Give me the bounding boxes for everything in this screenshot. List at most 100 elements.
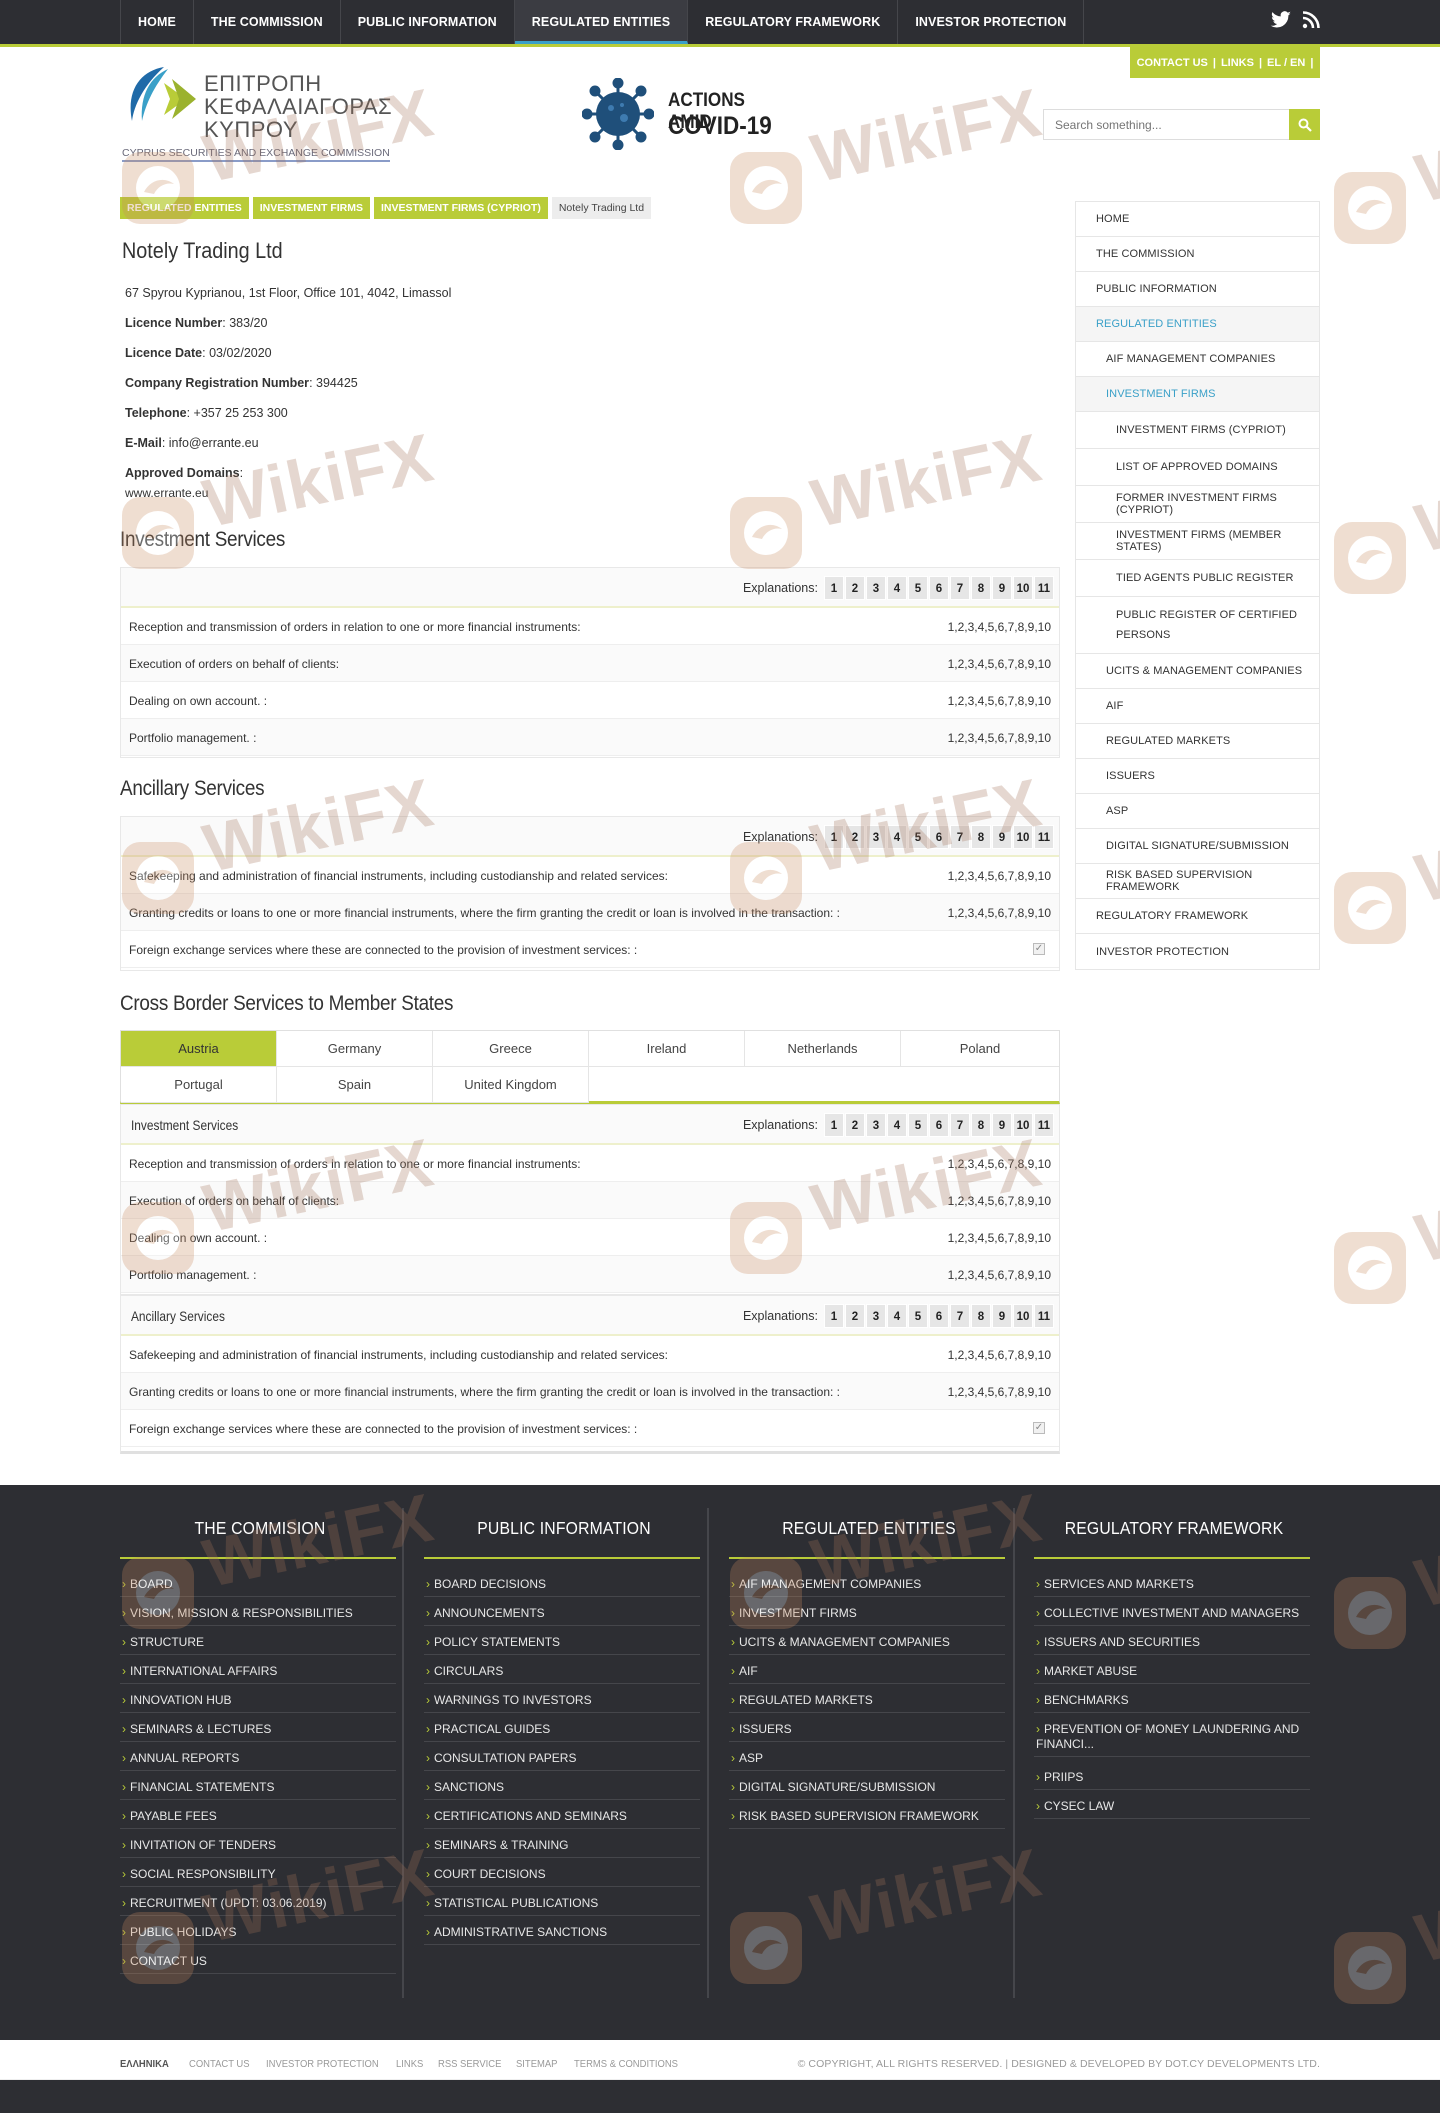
nav-regulated-entities[interactable]: REGULATED ENTITIES — [514, 0, 689, 44]
bottom-link-greek[interactable]: ΕΛΛΗΝΙΚΑ — [120, 2058, 169, 2070]
nav-public-information[interactable]: PUBLIC INFORMATION — [341, 0, 515, 44]
explanation-number-button[interactable]: 8 — [971, 825, 991, 849]
footer-link[interactable]: ADMINISTRATIVE SANCTIONS — [424, 1917, 700, 1945]
sidebar-item-investment-firms[interactable]: INVESTMENT FIRMS — [1076, 377, 1319, 412]
footer-link[interactable]: WARNINGS TO INVESTORS — [424, 1685, 700, 1713]
footer-link[interactable]: BOARD DECISIONS — [424, 1569, 700, 1597]
approved-domain[interactable]: www.errante.eu — [125, 486, 208, 500]
footer-link[interactable]: ANNOUNCEMENTS — [424, 1598, 700, 1626]
footer-link[interactable]: FINANCIAL STATEMENTS — [120, 1772, 396, 1800]
explanation-number-button[interactable]: 6 — [929, 1113, 949, 1137]
explanation-number-button[interactable]: 9 — [992, 825, 1012, 849]
breadcrumb-investment-firms[interactable]: INVESTMENT FIRMS — [252, 197, 370, 219]
explanation-number-button[interactable]: 3 — [866, 825, 886, 849]
nav-the-commission[interactable]: THE COMMISSION — [194, 0, 341, 44]
footer-link[interactable]: RISK BASED SUPERVISION FRAMEWORK — [729, 1801, 1005, 1829]
sidebar-item-tied-agents[interactable]: TIED AGENTS PUBLIC REGISTER — [1076, 560, 1319, 597]
nav-investor-protection[interactable]: INVESTOR PROTECTION — [898, 0, 1085, 44]
footer-link[interactable]: BOARD — [120, 1569, 396, 1597]
links-link[interactable]: LINKS — [1221, 57, 1254, 69]
sidebar-item-investor-protection[interactable]: INVESTOR PROTECTION — [1076, 934, 1319, 969]
footer-link[interactable]: DIGITAL SIGNATURE/SUBMISSION — [729, 1772, 1005, 1800]
explanation-number-button[interactable]: 7 — [950, 1304, 970, 1328]
footer-link[interactable]: INNOVATION HUB — [120, 1685, 396, 1713]
language-switch[interactable]: EL / EN — [1267, 57, 1305, 69]
rss-icon[interactable] — [1302, 10, 1320, 34]
sidebar-item-approved-domains[interactable]: LIST OF APPROVED DOMAINS — [1076, 449, 1319, 486]
footer-link[interactable]: PRACTICAL GUIDES — [424, 1714, 700, 1742]
explanation-number-button[interactable]: 1 — [824, 576, 844, 600]
explanation-number-button[interactable]: 11 — [1034, 1304, 1054, 1328]
sidebar-item-issuers[interactable]: ISSUERS — [1076, 759, 1319, 794]
footer-link[interactable]: SERVICES AND MARKETS — [1034, 1569, 1310, 1597]
sidebar-item-the-commission[interactable]: THE COMMISSION — [1076, 237, 1319, 272]
footer-link[interactable]: PREVENTION OF MONEY LAUNDERING AND FINAN… — [1034, 1714, 1310, 1757]
explanation-number-button[interactable]: 11 — [1034, 576, 1054, 600]
explanation-number-button[interactable]: 9 — [992, 1304, 1012, 1328]
footer-link[interactable]: CONTACT US — [120, 1946, 396, 1974]
sidebar-item-public-information[interactable]: PUBLIC INFORMATION — [1076, 272, 1319, 307]
footer-link[interactable]: AIF — [729, 1656, 1005, 1684]
cysec-logo[interactable]: ΕΠΙΤΡΟΠΗ ΚΕΦΑΛΑΙΑΓΟΡΑΣ ΚΥΠΡΟΥ CYPRUS SEC… — [120, 63, 410, 163]
explanation-number-button[interactable]: 3 — [866, 1304, 886, 1328]
sidebar-item-asp[interactable]: ASP — [1076, 794, 1319, 829]
sidebar-item-aif[interactable]: AIF — [1076, 689, 1319, 724]
explanation-number-button[interactable]: 2 — [845, 576, 865, 600]
footer-link[interactable]: PAYABLE FEES — [120, 1801, 396, 1829]
search-input[interactable] — [1043, 109, 1289, 140]
footer-link[interactable]: POLICY STATEMENTS — [424, 1627, 700, 1655]
explanation-number-button[interactable]: 7 — [950, 825, 970, 849]
tab-spain[interactable]: Spain — [277, 1067, 433, 1103]
bottom-link-terms[interactable]: TERMS & CONDITIONS — [574, 2058, 678, 2070]
covid-banner[interactable]: ACTIONS AMID COVID-19 — [582, 76, 802, 152]
explanation-number-button[interactable]: 2 — [845, 1113, 865, 1137]
explanation-number-button[interactable]: 3 — [866, 1113, 886, 1137]
explanation-number-button[interactable]: 9 — [992, 1113, 1012, 1137]
footer-link[interactable]: BENCHMARKS — [1034, 1685, 1310, 1713]
explanation-number-button[interactable]: 5 — [908, 825, 928, 849]
tab-united-kingdom[interactable]: United Kingdom — [433, 1067, 589, 1103]
explanation-number-button[interactable]: 11 — [1034, 825, 1054, 849]
explanation-number-button[interactable]: 8 — [971, 1113, 991, 1137]
footer-link[interactable]: REGULATED MARKETS — [729, 1685, 1005, 1713]
explanation-number-button[interactable]: 1 — [824, 1113, 844, 1137]
tab-netherlands[interactable]: Netherlands — [745, 1031, 901, 1067]
explanation-number-button[interactable]: 10 — [1013, 576, 1033, 600]
explanation-number-button[interactable]: 4 — [887, 576, 907, 600]
email-link[interactable]: info@errante.eu — [169, 436, 259, 450]
contact-us-link[interactable]: CONTACT US — [1137, 57, 1208, 69]
explanation-number-button[interactable]: 10 — [1013, 1113, 1033, 1137]
explanation-number-button[interactable]: 8 — [971, 1304, 991, 1328]
tab-greece[interactable]: Greece — [433, 1031, 589, 1067]
footer-link[interactable]: CERTIFICATIONS AND SEMINARS — [424, 1801, 700, 1829]
footer-link[interactable]: INVESTMENT FIRMS — [729, 1598, 1005, 1626]
footer-link[interactable]: COURT DECISIONS — [424, 1859, 700, 1887]
footer-link[interactable]: SEMINARS & TRAINING — [424, 1830, 700, 1858]
bottom-link-investor-protection[interactable]: INVESTOR PROTECTION — [266, 2058, 379, 2070]
footer-link[interactable]: CYSEC LAW — [1034, 1791, 1310, 1819]
footer-link[interactable]: RECRUITMENT (UPDT: 03.06.2019) — [120, 1888, 396, 1916]
sidebar-item-member-states[interactable]: INVESTMENT FIRMS (MEMBER STATES) — [1076, 523, 1319, 560]
explanation-number-button[interactable]: 4 — [887, 1113, 907, 1137]
explanation-number-button[interactable]: 8 — [971, 576, 991, 600]
sidebar-item-certified-persons[interactable]: PUBLIC REGISTER OF CERTIFIED PERSONS — [1076, 597, 1319, 654]
footer-link[interactable]: SANCTIONS — [424, 1772, 700, 1800]
nav-home[interactable]: HOME — [120, 0, 194, 44]
sidebar-item-former-investment-firms[interactable]: FORMER INVESTMENT FIRMS (CYPRIOT) — [1076, 486, 1319, 523]
sidebar-item-investment-firms-cypriot[interactable]: INVESTMENT FIRMS (CYPRIOT) — [1076, 412, 1319, 449]
footer-link[interactable]: AIF MANAGEMENT COMPANIES — [729, 1569, 1005, 1597]
sidebar-item-ucits[interactable]: UCITS & MANAGEMENT COMPANIES — [1076, 654, 1319, 689]
footer-link[interactable]: VISION, MISSION & RESPONSIBILITIES — [120, 1598, 396, 1626]
search-button[interactable] — [1289, 109, 1320, 140]
sidebar-item-home[interactable]: HOME — [1076, 202, 1319, 237]
explanation-number-button[interactable]: 3 — [866, 576, 886, 600]
tab-austria[interactable]: Austria — [121, 1031, 277, 1067]
sidebar-item-aif-management[interactable]: AIF MANAGEMENT COMPANIES — [1076, 342, 1319, 377]
explanation-number-button[interactable]: 2 — [845, 1304, 865, 1328]
footer-link[interactable]: PUBLIC HOLIDAYS — [120, 1917, 396, 1945]
footer-link[interactable]: ISSUERS — [729, 1714, 1005, 1742]
sidebar-item-regulated-markets[interactable]: REGULATED MARKETS — [1076, 724, 1319, 759]
bottom-link-links[interactable]: LINKS — [396, 2058, 423, 2070]
explanation-number-button[interactable]: 2 — [845, 825, 865, 849]
footer-link[interactable]: CIRCULARS — [424, 1656, 700, 1684]
